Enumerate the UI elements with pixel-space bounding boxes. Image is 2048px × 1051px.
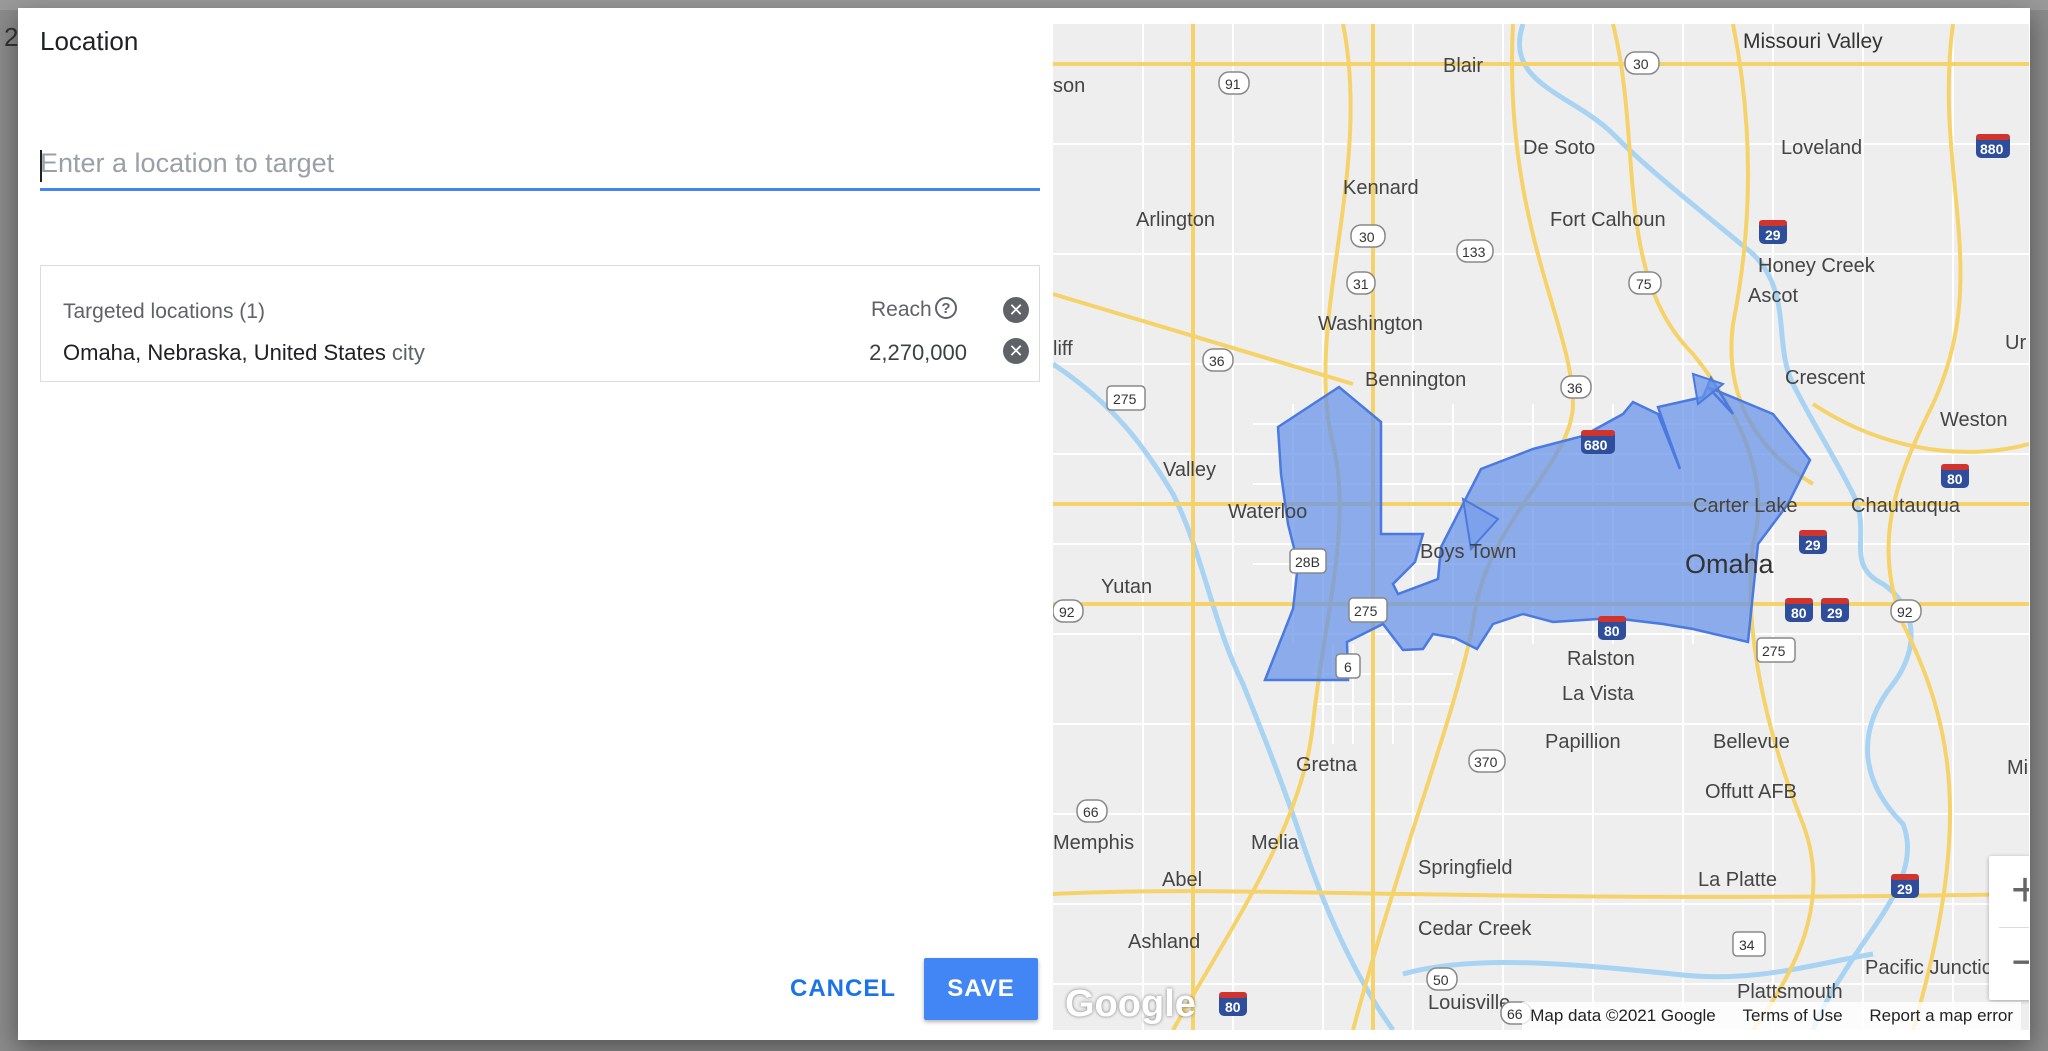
svg-text:34: 34 (1739, 937, 1755, 953)
save-button[interactable]: SAVE (924, 958, 1038, 1020)
svg-text:29: 29 (1827, 605, 1843, 621)
svg-text:36: 36 (1209, 353, 1225, 369)
remove-location-icon[interactable]: ✕ (1003, 338, 1029, 364)
svg-text:Abel: Abel (1162, 869, 1202, 891)
terms-of-use-link[interactable]: Terms of Use (1743, 1006, 1843, 1025)
svg-text:Waterloo: Waterloo (1228, 501, 1307, 523)
svg-text:92: 92 (1059, 604, 1075, 620)
svg-text:Carter Lake: Carter Lake (1693, 495, 1798, 517)
reach-label: Reach (871, 298, 932, 321)
svg-text:Bennington: Bennington (1365, 369, 1466, 391)
location-name-text: Omaha, Nebraska, United States (63, 340, 386, 365)
map-footer: Map data ©2021 Google Terms of Use Repor… (1522, 1002, 2021, 1030)
svg-text:133: 133 (1462, 244, 1486, 260)
help-icon[interactable]: ? (935, 297, 957, 319)
text-caret (40, 150, 42, 182)
svg-text:Cedar Creek: Cedar Creek (1418, 918, 1532, 940)
svg-text:Washington: Washington (1318, 313, 1423, 335)
svg-text:92: 92 (1897, 604, 1913, 620)
svg-text:30: 30 (1359, 229, 1375, 245)
location-name: Omaha, Nebraska, United States city (63, 340, 425, 366)
svg-text:29: 29 (1897, 881, 1913, 897)
svg-text:Offutt AFB: Offutt AFB (1705, 781, 1797, 803)
svg-text:680: 680 (1584, 437, 1608, 453)
svg-text:Missouri Valley: Missouri Valley (1743, 30, 1883, 53)
svg-text:Chautauqua: Chautauqua (1851, 495, 1961, 517)
svg-text:80: 80 (1947, 471, 1963, 487)
dialog-title: Location (40, 26, 139, 56)
svg-text:31: 31 (1353, 276, 1369, 292)
svg-text:De Soto: De Soto (1523, 137, 1595, 159)
svg-text:80: 80 (1225, 999, 1241, 1015)
zoom-out-button[interactable]: − (1989, 928, 2029, 1000)
targeted-locations-panel: Targeted locations (1) Reach ? ✕ Omaha, … (40, 265, 1040, 382)
svg-text:Blair: Blair (1443, 55, 1483, 77)
svg-text:Arlington: Arlington (1136, 209, 1215, 231)
svg-text:Kennard: Kennard (1343, 177, 1419, 199)
svg-text:80: 80 (1791, 605, 1807, 621)
svg-text:Pacific Junction: Pacific Junction (1865, 957, 2004, 979)
svg-text:Honey Creek: Honey Creek (1758, 255, 1876, 277)
svg-text:29: 29 (1765, 227, 1781, 243)
svg-text:Omaha: Omaha (1685, 549, 1775, 579)
svg-text:880: 880 (1980, 141, 2004, 157)
svg-text:50: 50 (1433, 972, 1449, 988)
svg-text:Boys Town: Boys Town (1420, 541, 1516, 563)
svg-text:80: 80 (1604, 623, 1620, 639)
map[interactable]: Missouri Valley Blair De Soto Loveland K… (1053, 24, 2029, 1030)
report-map-error-link[interactable]: Report a map error (1869, 1006, 2013, 1025)
svg-text:66: 66 (1083, 804, 1099, 820)
svg-text:66: 66 (1507, 1006, 1523, 1022)
svg-text:Yutan: Yutan (1101, 576, 1152, 598)
targeted-locations-header: Targeted locations (1) (63, 300, 265, 323)
map-data-attribution: Map data ©2021 Google (1530, 1006, 1716, 1025)
svg-text:75: 75 (1636, 276, 1652, 292)
svg-text:275: 275 (1762, 643, 1786, 659)
cancel-button[interactable]: CANCEL (783, 958, 903, 1020)
zoom-control: + − (1989, 856, 2029, 1000)
svg-text:Louisville: Louisville (1428, 992, 1510, 1014)
location-dialog: Location Targeted locations (1) Reach ? … (18, 8, 2030, 1040)
svg-text:Plattsmouth: Plattsmouth (1737, 981, 1843, 1003)
svg-text:Ashland: Ashland (1128, 931, 1200, 953)
svg-text:Bellevue: Bellevue (1713, 731, 1790, 753)
svg-text:36: 36 (1567, 380, 1583, 396)
svg-text:Ascot: Ascot (1748, 285, 1798, 307)
svg-text:29: 29 (1805, 537, 1821, 553)
location-type: city (391, 340, 425, 365)
svg-text:liff: liff (1053, 338, 1073, 360)
svg-text:La Vista: La Vista (1562, 683, 1635, 705)
remove-all-icon[interactable]: ✕ (1003, 297, 1029, 323)
svg-text:275: 275 (1354, 603, 1378, 619)
zoom-in-button[interactable]: + (1989, 856, 2029, 928)
svg-text:Gretna: Gretna (1296, 754, 1358, 776)
svg-text:Mi: Mi (2007, 757, 2028, 779)
svg-text:275: 275 (1113, 391, 1137, 407)
svg-text:28B: 28B (1295, 554, 1320, 570)
map-canvas[interactable]: Missouri Valley Blair De Soto Loveland K… (1053, 24, 2029, 1030)
location-search-input[interactable] (40, 138, 1040, 191)
svg-text:Weston: Weston (1940, 409, 2007, 431)
svg-text:Memphis: Memphis (1053, 832, 1134, 854)
svg-text:Valley: Valley (1163, 459, 1216, 481)
svg-text:6: 6 (1344, 659, 1352, 675)
svg-text:Crescent: Crescent (1785, 367, 1865, 389)
svg-text:son: son (1053, 75, 1085, 97)
svg-text:Fort Calhoun: Fort Calhoun (1550, 209, 1666, 231)
svg-text:Springfield: Springfield (1418, 857, 1513, 879)
svg-text:Ur: Ur (2005, 332, 2026, 354)
location-reach: 2,270,000 (869, 340, 967, 365)
svg-text:Loveland: Loveland (1781, 137, 1862, 159)
svg-text:Melia: Melia (1251, 832, 1300, 854)
svg-text:Papillion: Papillion (1545, 731, 1621, 753)
svg-text:370: 370 (1474, 754, 1498, 770)
svg-text:91: 91 (1225, 76, 1241, 92)
google-logo: Google (1065, 983, 1196, 1025)
svg-text:La Platte: La Platte (1698, 869, 1777, 891)
svg-text:Ralston: Ralston (1567, 648, 1635, 670)
svg-text:30: 30 (1633, 56, 1649, 72)
